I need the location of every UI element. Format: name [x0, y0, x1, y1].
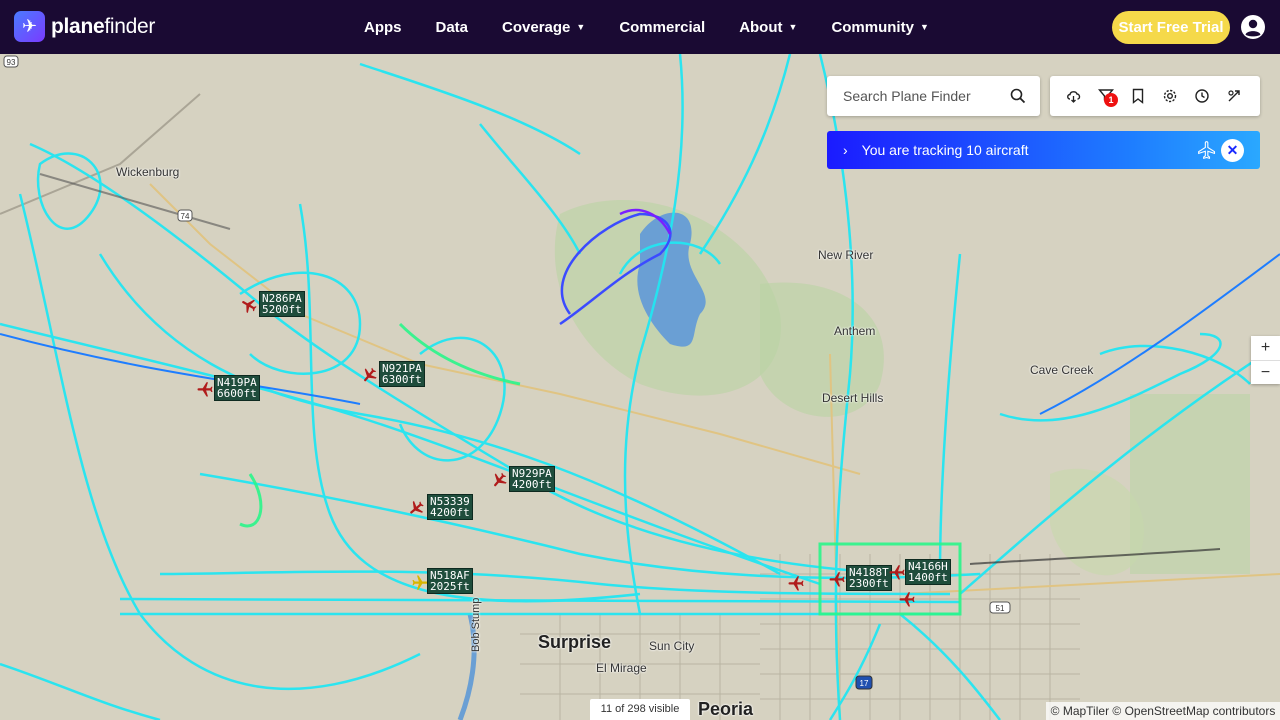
- aircraft-icon[interactable]: [898, 590, 916, 608]
- airport-icon[interactable]: [1226, 88, 1242, 104]
- shield-93: 93: [7, 58, 16, 67]
- aircraft-label[interactable]: N4188T 2300ft: [846, 565, 892, 591]
- aircraft-icon[interactable]: [787, 574, 805, 592]
- aircraft-icon[interactable]: [490, 471, 508, 489]
- bookmark-icon[interactable]: [1130, 88, 1146, 104]
- place-wickenburg: Wickenburg: [116, 165, 180, 179]
- shield-51: 51: [996, 604, 1005, 613]
- aircraft-icon[interactable]: [240, 296, 258, 314]
- aircraft-label[interactable]: N419PA 6600ft: [214, 375, 260, 401]
- history-clock-icon[interactable]: [1194, 88, 1210, 104]
- top-navigation-bar: ✈ planefinder Apps Data Coverage ▼ Commer…: [0, 0, 1280, 54]
- aircraft-label[interactable]: N286PA 5200ft: [259, 291, 305, 317]
- start-free-trial-button[interactable]: Start Free Trial: [1112, 11, 1230, 44]
- chevron-right-icon[interactable]: ›: [843, 142, 848, 158]
- chevron-down-icon: ▼: [576, 22, 586, 32]
- chevron-down-icon: ▼: [788, 22, 798, 32]
- tracking-text: You are tracking 10 aircraft: [861, 142, 1029, 158]
- main-nav: Apps Data Coverage ▼ Commercial About ▼ Co…: [364, 0, 963, 54]
- aircraft-icon[interactable]: [196, 380, 214, 398]
- visible-aircraft-count: 11 of 298 visible: [590, 699, 690, 720]
- place-surprise: Surprise: [538, 632, 612, 652]
- planefinder-logo[interactable]: ✈ planefinder: [14, 11, 155, 42]
- road-bob-stump: Bob Stump: [470, 597, 482, 652]
- aircraft-label[interactable]: N929PA 4200ft: [509, 466, 555, 492]
- tracking-banner[interactable]: › You are tracking 10 aircraft ✕: [827, 131, 1260, 169]
- place-new-river: New River: [818, 248, 874, 262]
- map-toolbar: [1050, 76, 1260, 116]
- zoom-controls: + −: [1251, 336, 1280, 384]
- weather-cloud-icon[interactable]: [1066, 88, 1082, 104]
- place-sun-city: Sun City: [649, 639, 695, 653]
- aircraft-icon[interactable]: [360, 366, 378, 384]
- nav-about[interactable]: About ▼: [739, 19, 797, 36]
- shield-74: 74: [181, 212, 190, 221]
- account-circle-icon[interactable]: [1241, 15, 1265, 39]
- aircraft-icon[interactable]: [888, 563, 906, 581]
- zoom-in-button[interactable]: +: [1251, 336, 1280, 361]
- place-cave-creek: Cave Creek: [1030, 363, 1094, 377]
- nav-apps[interactable]: Apps: [364, 19, 402, 36]
- aircraft-icon[interactable]: [407, 499, 425, 517]
- airplane-icon: [1198, 141, 1216, 160]
- filter-count-badge: 1: [1104, 93, 1118, 107]
- nav-commercial[interactable]: Commercial: [619, 19, 705, 36]
- aircraft-label[interactable]: N53339 4200ft: [427, 494, 473, 520]
- nav-data[interactable]: Data: [436, 19, 469, 36]
- aircraft-label[interactable]: N921PA 6300ft: [379, 361, 425, 387]
- settings-gear-icon[interactable]: [1162, 88, 1178, 104]
- shield-17: 17: [860, 679, 869, 688]
- map-attribution[interactable]: © MapTiler © OpenStreetMap contributors: [1046, 702, 1280, 720]
- place-anthem: Anthem: [834, 324, 876, 338]
- search-box: [827, 76, 1040, 116]
- place-desert-hills: Desert Hills: [822, 391, 884, 405]
- nav-community[interactable]: Community ▼: [831, 19, 928, 36]
- brand-name: planefinder: [51, 14, 156, 38]
- close-icon[interactable]: ✕: [1221, 139, 1244, 162]
- airplane-logo-icon: ✈: [14, 11, 45, 42]
- search-input[interactable]: [841, 87, 1005, 105]
- aircraft-label[interactable]: N518AF 2025ft: [427, 568, 473, 594]
- chevron-down-icon: ▼: [919, 22, 929, 32]
- search-icon[interactable]: [1010, 88, 1026, 104]
- place-el-mirage: El Mirage: [596, 661, 647, 675]
- aircraft-label[interactable]: N4166H 1400ft: [905, 559, 951, 585]
- aircraft-icon[interactable]: [828, 570, 846, 588]
- zoom-out-button[interactable]: −: [1251, 361, 1280, 385]
- place-peoria: Peoria: [698, 699, 754, 719]
- nav-coverage[interactable]: Coverage ▼: [502, 19, 585, 36]
